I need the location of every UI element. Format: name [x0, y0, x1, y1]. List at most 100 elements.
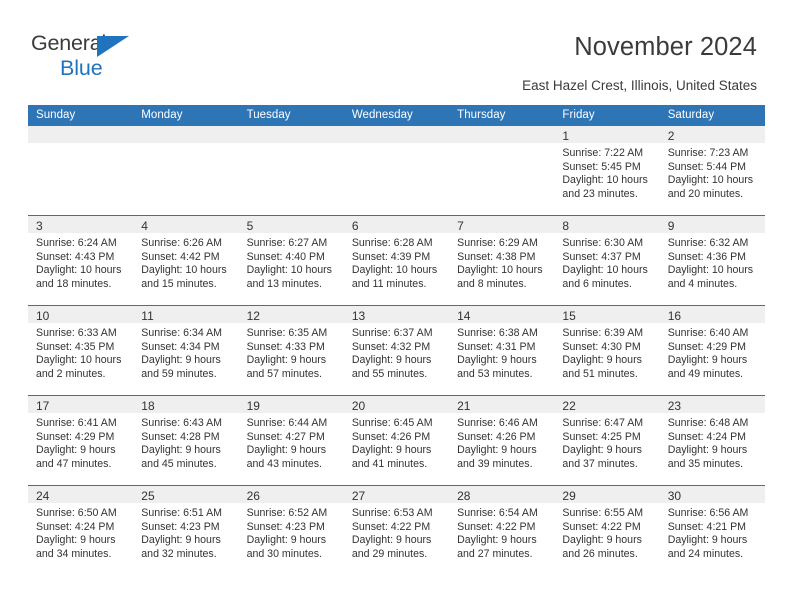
daylight-duration-text-line2: and 59 minutes. [141, 367, 217, 380]
day-number-band: 25 [133, 486, 239, 503]
calendar-day-cell[interactable]: 17 Sunrise: 6:41 AM Sunset: 4:29 PM Dayligh… [28, 395, 134, 486]
daylight-duration-text-line1: Daylight: 9 hours [36, 444, 116, 457]
day-cell-details: Sunrise: 6:35 AM Sunset: 4:33 PM Daylight:… [239, 323, 344, 381]
sunrise-time-text: Sunrise: 6:41 AM [36, 417, 117, 429]
sunrise-time-text: Sunrise: 6:24 AM [36, 237, 117, 249]
daylight-duration-text-line2: and 13 minutes. [246, 277, 322, 290]
calendar-day-cell[interactable]: 20 Sunrise: 6:45 AM Sunset: 4:26 PM Dayligh… [343, 395, 450, 486]
sunrise-time-text: Sunrise: 6:53 AM [351, 507, 433, 519]
daylight-duration-text-line2: and 45 minutes. [141, 457, 217, 470]
day-number: 3 [36, 219, 43, 233]
sunset-time-text: Sunset: 4:36 PM [667, 250, 747, 263]
daylight-duration-text-line2: and 2 minutes. [36, 367, 106, 380]
calendar-day-cell[interactable]: 15 Sunrise: 6:39 AM Sunset: 4:30 PM Dayligh… [554, 305, 660, 396]
calendar-day-cell[interactable]: 3 Sunrise: 6:24 AM Sunset: 4:43 PM Daylight… [28, 215, 134, 306]
calendar-day-cell[interactable]: 26 Sunrise: 6:52 AM Sunset: 4:23 PM Dayligh… [238, 485, 344, 575]
daylight-duration-text-line2: and 57 minutes. [246, 367, 322, 380]
calendar-day-cell[interactable]: 16 Sunrise: 6:40 AM Sunset: 4:29 PM Dayligh… [659, 305, 765, 396]
day-cell-inner [28, 126, 134, 215]
calendar-day-cell[interactable]: 8 Sunrise: 6:30 AM Sunset: 4:37 PM Daylight… [554, 215, 660, 306]
calendar-day-cell[interactable]: 2 Sunrise: 7:23 AM Sunset: 5:44 PM Daylight… [659, 126, 765, 216]
daylight-duration-text-line1: Daylight: 9 hours [351, 444, 432, 457]
day-number: 15 [562, 309, 576, 323]
day-cell-details: Sunrise: 6:29 AM Sunset: 4:38 PM Daylight:… [449, 233, 554, 291]
sunrise-time-text: Sunrise: 6:30 AM [562, 237, 644, 249]
calendar-day-cell[interactable]: 13 Sunrise: 6:37 AM Sunset: 4:32 PM Dayligh… [343, 305, 450, 396]
calendar-day-cell[interactable]: 14 Sunrise: 6:38 AM Sunset: 4:31 PM Dayligh… [449, 305, 555, 396]
calendar-day-cell[interactable]: 21 Sunrise: 6:46 AM Sunset: 4:26 PM Dayligh… [449, 395, 555, 486]
general-blue-logo[interactable]: General Blue [31, 32, 161, 81]
day-cell-inner: 28 Sunrise: 6:54 AM Sunset: 4:22 PM Dayligh… [449, 486, 555, 575]
sunrise-time-text: Sunrise: 6:50 AM [36, 507, 117, 519]
daylight-duration-text-line1: Daylight: 9 hours [457, 534, 537, 547]
calendar-day-cell[interactable]: 23 Sunrise: 6:48 AM Sunset: 4:24 PM Dayligh… [659, 395, 765, 486]
weekday-header-monday: Monday [133, 105, 239, 126]
calendar-day-cell[interactable]: 25 Sunrise: 6:51 AM Sunset: 4:23 PM Dayligh… [133, 485, 239, 575]
day-number-band: 7 [449, 216, 555, 233]
day-cell-inner: 3 Sunrise: 6:24 AM Sunset: 4:43 PM Daylight… [28, 216, 134, 305]
calendar-day-cell[interactable]: 5 Sunrise: 6:27 AM Sunset: 4:40 PM Daylight… [238, 215, 344, 306]
day-number-band: 27 [343, 486, 450, 503]
daylight-duration-text-line2: and 20 minutes. [667, 187, 744, 200]
sunrise-time-text: Sunrise: 6:43 AM [141, 417, 222, 429]
calendar-day-cell[interactable]: 28 Sunrise: 6:54 AM Sunset: 4:22 PM Dayligh… [449, 485, 555, 575]
day-number-band: 5 [238, 216, 344, 233]
calendar-day-cell[interactable]: 6 Sunrise: 6:28 AM Sunset: 4:39 PM Daylight… [343, 215, 450, 306]
day-number-band: 28 [449, 486, 555, 503]
day-number: 19 [246, 399, 260, 413]
calendar-day-cell[interactable]: 9 Sunrise: 6:32 AM Sunset: 4:36 PM Daylight… [659, 215, 765, 306]
calendar-day-cell[interactable]: 19 Sunrise: 6:44 AM Sunset: 4:27 PM Dayligh… [238, 395, 344, 486]
day-cell-inner: 10 Sunrise: 6:33 AM Sunset: 4:35 PM Dayligh… [28, 306, 134, 395]
calendar-day-cell[interactable]: 30 Sunrise: 6:56 AM Sunset: 4:21 PM Dayligh… [659, 485, 765, 575]
day-cell-details: Sunrise: 6:33 AM Sunset: 4:35 PM Daylight:… [28, 323, 133, 381]
day-number-band: 21 [449, 396, 555, 413]
day-cell-inner: 22 Sunrise: 6:47 AM Sunset: 4:25 PM Dayligh… [554, 396, 660, 485]
calendar-day-cell[interactable]: 29 Sunrise: 6:55 AM Sunset: 4:22 PM Dayligh… [554, 485, 660, 575]
calendar-body: 1 Sunrise: 7:22 AM Sunset: 5:45 PM Daylight… [28, 126, 765, 575]
calendar-day-cell[interactable]: 27 Sunrise: 6:53 AM Sunset: 4:22 PM Dayligh… [343, 485, 450, 575]
sunset-time-text: Sunset: 4:37 PM [562, 250, 641, 263]
calendar-header-row: Sunday Monday Tuesday Wednesday Thursday… [28, 105, 765, 126]
sunset-time-text: Sunset: 5:45 PM [562, 160, 641, 173]
calendar-week-row: 10 Sunrise: 6:33 AM Sunset: 4:35 PM Dayligh… [28, 305, 765, 396]
calendar-page: General Blue November 2024 East Hazel Cr… [0, 0, 792, 612]
day-cell-inner: 8 Sunrise: 6:30 AM Sunset: 4:37 PM Daylight… [554, 216, 660, 305]
day-cell-details: Sunrise: 6:32 AM Sunset: 4:36 PM Daylight:… [660, 233, 765, 291]
day-cell-inner: 13 Sunrise: 6:37 AM Sunset: 4:32 PM Dayligh… [343, 306, 450, 395]
calendar-day-cell[interactable]: 22 Sunrise: 6:47 AM Sunset: 4:25 PM Dayligh… [554, 395, 660, 486]
day-cell-inner: 7 Sunrise: 6:29 AM Sunset: 4:38 PM Daylight… [449, 216, 555, 305]
day-cell-inner: 2 Sunrise: 7:23 AM Sunset: 5:44 PM Daylight… [659, 126, 765, 215]
daylight-duration-text-line2: and 35 minutes. [667, 457, 744, 470]
day-cell-details: Sunrise: 6:52 AM Sunset: 4:23 PM Daylight:… [239, 503, 344, 561]
calendar-day-cell[interactable]: 18 Sunrise: 6:43 AM Sunset: 4:28 PM Dayligh… [133, 395, 239, 486]
calendar-day-cell[interactable]: 10 Sunrise: 6:33 AM Sunset: 4:35 PM Dayligh… [28, 305, 134, 396]
calendar-day-cell[interactable]: 4 Sunrise: 6:26 AM Sunset: 4:42 PM Daylight… [133, 215, 239, 306]
daylight-duration-text-line2: and 11 minutes. [351, 277, 427, 290]
daylight-duration-text-line2: and 41 minutes. [351, 457, 428, 470]
day-cell-details: Sunrise: 6:56 AM Sunset: 4:21 PM Daylight:… [660, 503, 765, 561]
day-cell-details: Sunrise: 6:38 AM Sunset: 4:31 PM Daylight:… [449, 323, 554, 381]
calendar-day-cell[interactable]: 7 Sunrise: 6:29 AM Sunset: 4:38 PM Daylight… [449, 215, 555, 306]
calendar-day-cell[interactable]: 12 Sunrise: 6:35 AM Sunset: 4:33 PM Dayligh… [238, 305, 344, 396]
daylight-duration-text-line1: Daylight: 9 hours [351, 534, 432, 547]
day-number-band [28, 126, 134, 143]
calendar-day-cell[interactable]: 24 Sunrise: 6:50 AM Sunset: 4:24 PM Dayligh… [28, 485, 134, 575]
daylight-duration-text-line1: Daylight: 9 hours [667, 354, 748, 367]
day-number: 16 [667, 309, 682, 323]
calendar-day-cell[interactable]: 1 Sunrise: 7:22 AM Sunset: 5:45 PM Daylight… [554, 126, 660, 216]
day-cell-inner: 15 Sunrise: 6:39 AM Sunset: 4:30 PM Dayligh… [554, 306, 660, 395]
daylight-duration-text-line1: Daylight: 10 hours [562, 264, 648, 277]
daylight-duration-text-line2: and 4 minutes. [667, 277, 738, 290]
sunset-time-text: Sunset: 4:23 PM [246, 520, 325, 533]
daylight-duration-text-line2: and 47 minutes. [36, 457, 112, 470]
day-cell-inner: 26 Sunrise: 6:52 AM Sunset: 4:23 PM Dayligh… [238, 486, 344, 575]
sunrise-time-text: Sunrise: 6:32 AM [667, 237, 749, 249]
daylight-duration-text-line1: Daylight: 10 hours [141, 264, 227, 277]
day-number-band: 24 [28, 486, 134, 503]
day-number-band: 15 [554, 306, 660, 323]
daylight-duration-text-line2: and 30 minutes. [246, 547, 322, 560]
weekday-header-friday: Friday [554, 105, 660, 126]
day-number: 14 [457, 309, 471, 323]
calendar-day-cell[interactable]: 11 Sunrise: 6:34 AM Sunset: 4:34 PM Dayligh… [133, 305, 239, 396]
day-cell-details: Sunrise: 6:50 AM Sunset: 4:24 PM Daylight:… [28, 503, 133, 561]
